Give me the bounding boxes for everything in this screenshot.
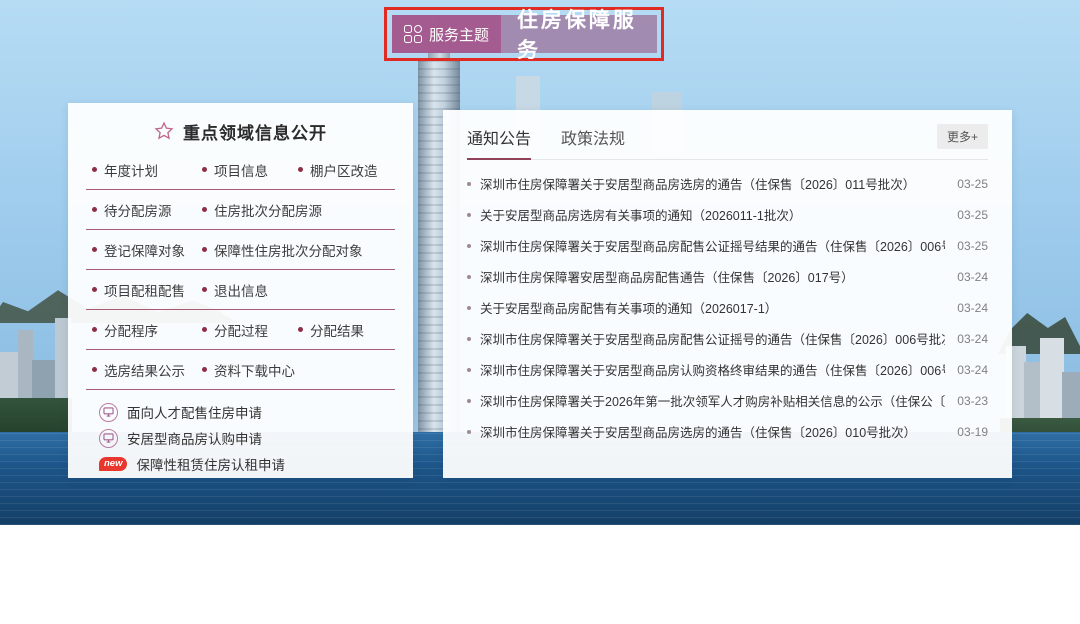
tab-policies[interactable]: 政策法规 [561,125,625,159]
tab-notices[interactable]: 通知公告 [467,125,531,159]
link-shantytown[interactable]: 棚户区改造 [298,160,378,180]
apply-rental-housing[interactable]: new 保障性租赁住房认租申请 [86,451,395,477]
list-item: 深圳市住房保障署关于2026年第一批次领军人才购房补贴相关信息的公示（住保公〔2… [467,385,988,416]
link-pending-housing[interactable]: 待分配房源 [92,200,202,220]
star-icon [154,121,174,141]
new-badge: new [99,457,127,472]
apply-talent-housing[interactable]: 面向人才配售住房申请 [86,399,395,425]
link-download-center[interactable]: 资料下载中心 [202,360,295,380]
link-row: 分配程序 分配过程 分配结果 [86,310,395,350]
page-title: 住房保障服务 [517,4,657,64]
link-registered-targets[interactable]: 登记保障对象 [92,240,202,260]
notice-link[interactable]: 深圳市住房保障署关于安居型商品房配售公证摇号的通告（住保售〔2026〕006号批… [480,329,945,348]
list-item: 深圳市住房保障署关于安居型商品房选房的通告（住保售〔2026〕010号批次）03… [467,416,988,447]
link-project-info[interactable]: 项目信息 [202,160,298,180]
monitor-icon [99,403,118,422]
page: 服务主题 住房保障服务 重点领域信息公开 年度计划 项目信息 棚户区改造 待分配… [0,0,1080,624]
list-item: 深圳市住房保障署关于安居型商品房配售公证摇号的通告（住保售〔2026〕006号批… [467,323,988,354]
link-batch-targets[interactable]: 保障性住房批次分配对象 [202,240,363,260]
list-item: 深圳市住房保障署关于安居型商品房认购资格终审结果的通告（住保售〔2026〕006… [467,354,988,385]
service-theme-label: 服务主题 [429,24,489,45]
list-item: 深圳市住房保障署关于安居型商品房选房的通告（住保售〔2026〕011号批次）03… [467,168,988,199]
notices-panel: 通知公告 政策法规 更多+ 深圳市住房保障署关于安居型商品房选房的通告（住保售〔… [443,110,1012,478]
notice-link[interactable]: 深圳市住房保障署安居型商品房配售通告（住保售〔2026〕017号） [480,267,945,286]
link-exit-info[interactable]: 退出信息 [202,280,268,300]
link-row: 待分配房源 住房批次分配房源 [86,190,395,230]
apply-affordable-purchase[interactable]: 安居型商品房认购申请 [86,425,395,451]
notice-link[interactable]: 深圳市住房保障署关于安居型商品房配售公证摇号结果的通告（住保售〔2026〕006… [480,236,945,255]
link-row: 选房结果公示 资料下载中心 [86,350,395,390]
link-annual-plan[interactable]: 年度计划 [92,160,202,180]
notice-link[interactable]: 关于安居型商品房选房有关事项的通知（2026011-1批次） [480,205,945,224]
notice-link[interactable]: 关于安居型商品房配售有关事项的通知（2026017-1） [480,298,945,317]
link-project-rent-sale[interactable]: 项目配租配售 [92,280,202,300]
notices-tabbar: 通知公告 政策法规 更多+ [467,122,988,160]
link-selection-publicity[interactable]: 选房结果公示 [92,360,202,380]
notice-link[interactable]: 深圳市住房保障署关于安居型商品房选房的通告（住保售〔2026〕011号批次） [480,174,945,193]
monitor-icon [99,429,118,448]
link-row: 年度计划 项目信息 棚户区改造 [86,150,395,190]
link-alloc-result[interactable]: 分配结果 [298,320,364,340]
list-item: 深圳市住房保障署安居型商品房配售通告（住保售〔2026〕017号）03-24 [467,261,988,292]
list-item: 深圳市住房保障署关于安居型商品房配售公证摇号结果的通告（住保售〔2026〕006… [467,230,988,261]
key-info-title: 重点领域信息公开 [183,119,327,144]
more-button[interactable]: 更多+ [937,124,988,149]
service-theme-button[interactable]: 服务主题 [392,15,501,53]
list-item: 关于安居型商品房选房有关事项的通知（2026011-1批次）03-25 [467,199,988,230]
grid-icon [404,25,422,43]
list-item: 关于安居型商品房配售有关事项的通知（2026017-1）03-24 [467,292,988,323]
notices-list: 深圳市住房保障署关于安居型商品房选房的通告（住保售〔2026〕011号批次）03… [467,168,988,447]
service-theme-bar: 服务主题 住房保障服务 [392,15,657,53]
link-alloc-procedure[interactable]: 分配程序 [92,320,202,340]
notice-link[interactable]: 深圳市住房保障署关于2026年第一批次领军人才购房补贴相关信息的公示（住保公〔2… [480,391,945,410]
personal-service-section: 住房保障个人服务窗口 点这里登录 服务电话：0755-88631666 公共租赁… [0,525,1080,624]
link-batch-housing[interactable]: 住房批次分配房源 [202,200,322,220]
notice-link[interactable]: 深圳市住房保障署关于安居型商品房认购资格终审结果的通告（住保售〔2026〕006… [480,360,945,379]
apply-links: 面向人才配售住房申请 安居型商品房认购申请 new 保障性租赁住房认租申请 [86,399,395,477]
link-row: 项目配租配售 退出信息 [86,270,395,310]
notice-link[interactable]: 深圳市住房保障署关于安居型商品房选房的通告（住保售〔2026〕010号批次） [480,422,945,441]
link-row: 登记保障对象 保障性住房批次分配对象 [86,230,395,270]
link-alloc-process[interactable]: 分配过程 [202,320,298,340]
key-info-title-row: 重点领域信息公开 [86,115,395,147]
key-info-panel: 重点领域信息公开 年度计划 项目信息 棚户区改造 待分配房源 住房批次分配房源 … [68,103,413,478]
annotation-box-header: 服务主题 住房保障服务 [384,7,664,61]
